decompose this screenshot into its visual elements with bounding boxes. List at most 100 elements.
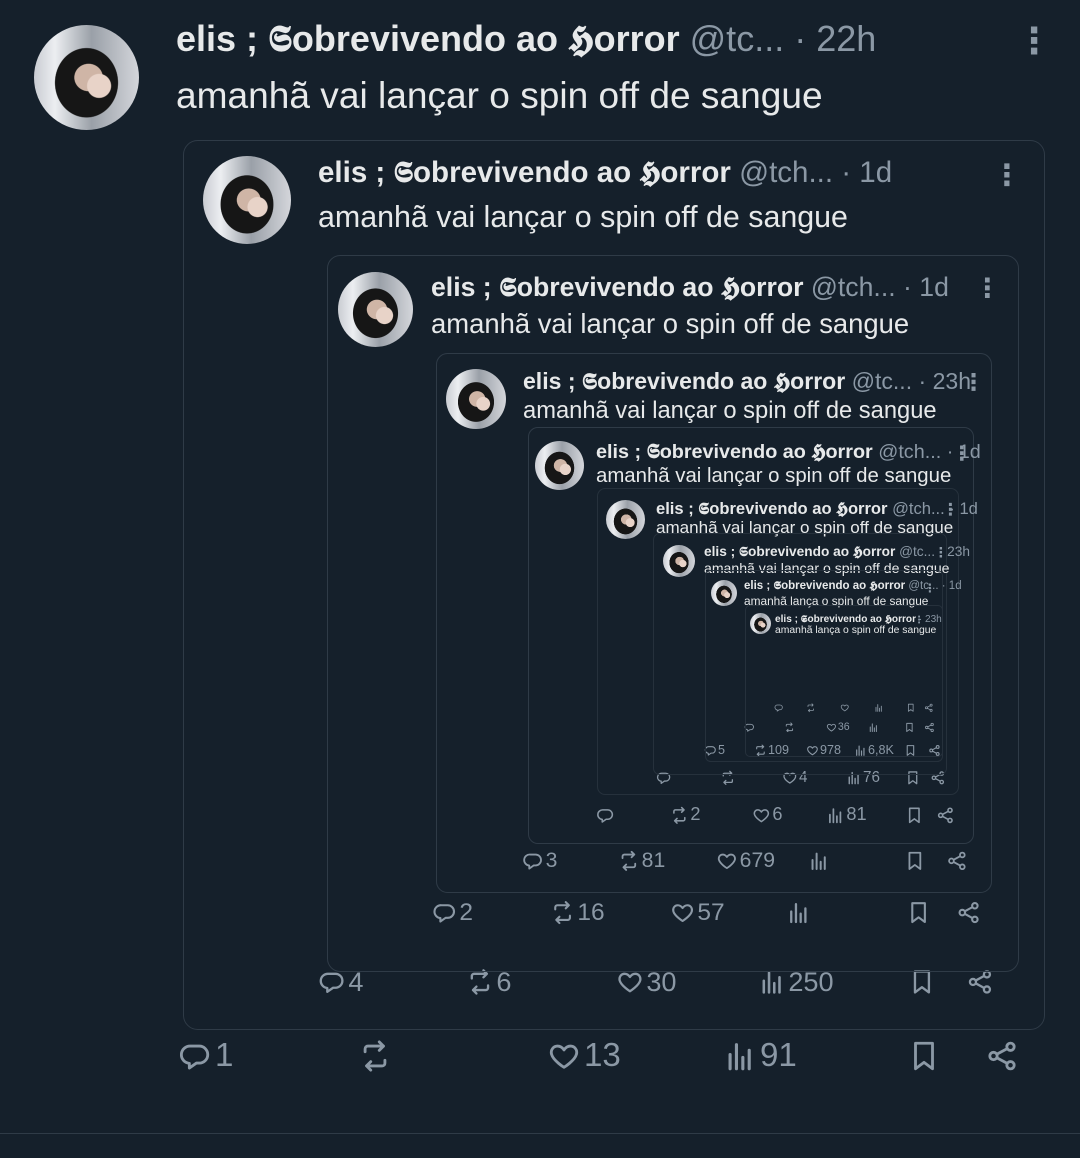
tweet-text: amanhã lança o spin off de sangue xyxy=(775,625,937,636)
share-button[interactable] xyxy=(946,850,968,872)
reply-icon xyxy=(433,904,456,923)
bookmark-button[interactable] xyxy=(906,703,916,713)
share-icon xyxy=(968,970,992,994)
retweet-icon xyxy=(363,1040,387,1072)
like-button[interactable]: 57 xyxy=(670,898,725,926)
bookmark-icon xyxy=(911,902,926,924)
author-name[interactable]: elis ; 𝕾obrevivendo ao 𝕳orror xyxy=(318,156,731,189)
retweet-button[interactable]: 2 xyxy=(670,804,700,824)
timestamp[interactable]: · 1d xyxy=(841,156,892,189)
author-line[interactable]: elis ; 𝕾obrevivendo ao 𝕳orror @tc... · 2… xyxy=(704,544,970,560)
avatar[interactable] xyxy=(338,272,413,347)
avatar[interactable] xyxy=(203,156,291,244)
timestamp[interactable]: · 1d xyxy=(942,580,962,592)
reply-button[interactable]: 1 xyxy=(178,1037,234,1074)
reply-button[interactable]: 2 xyxy=(432,898,474,926)
bookmark-icon xyxy=(907,704,914,712)
views-button[interactable]: 250 xyxy=(758,966,834,997)
retweet-icon xyxy=(470,969,490,995)
avatar[interactable] xyxy=(750,613,771,634)
retweet-button[interactable] xyxy=(806,703,816,713)
retweet-button[interactable]: 16 xyxy=(550,899,605,926)
retweet-icon xyxy=(807,703,814,713)
avatar[interactable] xyxy=(711,580,737,606)
share-button[interactable] xyxy=(956,900,981,925)
like-icon xyxy=(840,704,849,712)
reply-count: 2 xyxy=(459,898,474,926)
share-button[interactable] xyxy=(985,1039,1019,1073)
bookmark-button[interactable] xyxy=(905,806,924,825)
more-options-icon[interactable]: ⋮ xyxy=(914,615,924,626)
author-name[interactable]: elis ; 𝕾obrevivendo ao 𝕳orror xyxy=(431,272,803,302)
timestamp[interactable]: · 1d xyxy=(903,272,949,302)
like-button[interactable]: 30 xyxy=(616,966,677,997)
retweet-button[interactable]: 6 xyxy=(466,966,511,997)
author-name[interactable]: elis ; 𝕾obrevivendo ao 𝕳orror xyxy=(523,368,845,394)
like-button[interactable] xyxy=(840,703,850,713)
author-name[interactable]: elis ; 𝕾obrevivendo ao 𝕳orror xyxy=(596,441,873,463)
reply-button[interactable] xyxy=(774,703,784,713)
share-button[interactable] xyxy=(936,806,955,825)
tweet-text: amanhã vai lançar o spin off de sangue xyxy=(318,200,848,234)
reply-button[interactable]: 3 xyxy=(522,848,558,872)
reply-count: 1 xyxy=(215,1037,234,1074)
timestamp[interactable]: · 22h xyxy=(794,18,876,59)
retweet-button[interactable]: 81 xyxy=(618,849,665,872)
bookmark-button[interactable] xyxy=(908,968,936,996)
reply-icon xyxy=(319,972,344,994)
views-button[interactable]: 81 xyxy=(826,804,867,825)
author-handle: @tc... xyxy=(899,544,935,559)
tweet-text: amanhã vai lançar o spin off de sangue xyxy=(596,465,952,487)
more-options-icon[interactable]: ⋮ xyxy=(1016,20,1052,62)
share-icon xyxy=(924,703,933,712)
author-name[interactable]: elis ; 𝕾obrevivendo ao 𝕳orror xyxy=(656,499,887,518)
share-icon xyxy=(948,851,966,871)
author-name[interactable]: elis ; 𝕾obrevivendo ao 𝕳orror xyxy=(744,580,905,592)
views-count: 81 xyxy=(846,804,867,825)
avatar[interactable] xyxy=(606,500,645,539)
like-count: 679 xyxy=(739,848,776,872)
retweet-button[interactable] xyxy=(358,1039,395,1073)
like-icon xyxy=(753,808,770,822)
like-count: 57 xyxy=(697,898,725,926)
bookmark-button[interactable] xyxy=(904,850,926,872)
avatar[interactable] xyxy=(535,441,584,490)
author-line[interactable]: elis ; 𝕾obrevivendo ao 𝕳orror @tc... · 2… xyxy=(176,18,876,61)
views-button[interactable] xyxy=(786,900,813,925)
like-button[interactable]: 679 xyxy=(716,848,776,872)
more-options-icon[interactable]: ⋮ xyxy=(934,545,948,561)
more-options-icon[interactable]: ⋮ xyxy=(942,500,959,520)
like-button[interactable]: 13 xyxy=(547,1037,621,1074)
share-button[interactable] xyxy=(924,703,934,713)
author-name[interactable]: elis ; 𝕾obrevivendo ao 𝕳orror xyxy=(176,18,680,59)
avatar[interactable] xyxy=(446,369,506,429)
more-options-icon[interactable]: ⋮ xyxy=(992,158,1022,193)
author-line[interactable]: elis ; 𝕾obrevivendo ao 𝕳orror @tch... · … xyxy=(431,272,949,304)
views-button[interactable] xyxy=(874,703,884,713)
share-button[interactable] xyxy=(966,968,994,996)
avatar[interactable] xyxy=(34,25,139,130)
author-name[interactable]: elis ; 𝕾obrevivendo ao 𝕳orror xyxy=(775,614,916,625)
more-options-icon[interactable]: ⋮ xyxy=(924,581,936,595)
author-line[interactable]: elis ; 𝕾obrevivendo ao 𝕳orror @tc... · 2… xyxy=(523,368,971,395)
author-line[interactable]: elis ; 𝕾obrevivendo ao 𝕳orror @tch... · … xyxy=(318,156,892,190)
like-count: 13 xyxy=(584,1037,621,1074)
author-line[interactable]: elis ; 𝕾obrevivendo ao 𝕳orror @tch... · … xyxy=(656,499,978,519)
author-handle: @tc... xyxy=(689,18,785,59)
author-name[interactable]: elis ; 𝕾obrevivendo ao 𝕳orror xyxy=(704,544,895,559)
like-button[interactable]: 6 xyxy=(752,804,782,824)
reply-button[interactable] xyxy=(596,806,616,825)
more-options-icon[interactable]: ⋮ xyxy=(952,442,972,466)
bookmark-button[interactable] xyxy=(907,1039,941,1073)
avatar[interactable] xyxy=(663,545,695,577)
views-button[interactable]: 91 xyxy=(723,1037,797,1074)
reply-count: 3 xyxy=(545,848,558,872)
reply-button[interactable]: 4 xyxy=(318,966,363,997)
author-line[interactable]: elis ; 𝕾obrevivendo ao 𝕳orror @tch... · … xyxy=(596,441,981,464)
retweet-icon xyxy=(621,851,637,871)
more-options-icon[interactable]: ⋮ xyxy=(974,273,1001,304)
more-options-icon[interactable]: ⋮ xyxy=(962,369,985,396)
bookmark-button[interactable] xyxy=(906,900,931,925)
views-icon xyxy=(811,852,826,871)
views-button[interactable] xyxy=(808,850,832,872)
